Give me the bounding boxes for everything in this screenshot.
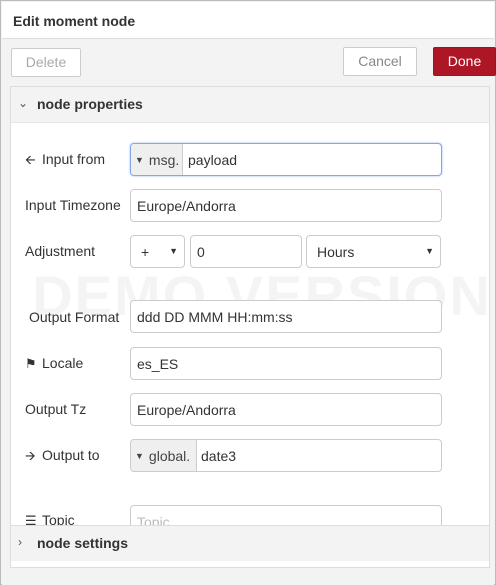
section-node-settings[interactable]: › node settings xyxy=(11,525,489,561)
delete-button[interactable]: Delete xyxy=(11,48,81,77)
locale-field[interactable]: es_ES xyxy=(130,347,442,380)
input-timezone-label: Input Timezone xyxy=(25,197,121,213)
output-format-label: Output Format xyxy=(29,309,120,325)
section-label: node properties xyxy=(37,96,143,112)
output-tz-field[interactable]: Europe/Andorra xyxy=(130,393,442,426)
input-from-value[interactable]: payload xyxy=(188,144,237,168)
output-to-type-select[interactable]: ▼ global. xyxy=(131,440,197,471)
cancel-button[interactable]: Cancel xyxy=(343,47,417,76)
section-node-properties[interactable]: ⌄ node properties xyxy=(11,87,489,123)
chevron-right-icon: › xyxy=(18,535,22,549)
output-to-label: 🡪 Output to xyxy=(25,447,100,469)
dialog-title: Edit moment node xyxy=(2,2,494,39)
input-timezone-field[interactable]: Europe/Andorra xyxy=(130,189,442,222)
output-to-field[interactable]: ▼ global. date3 xyxy=(130,439,442,472)
adjustment-label: Adjustment xyxy=(25,243,96,259)
caret-down-icon: ▼ xyxy=(169,246,178,256)
flag-icon: ⚑ xyxy=(25,356,37,371)
dialog-toolbar: Delete Cancel Done xyxy=(2,39,496,85)
output-format-field[interactable]: ddd DD MMM HH:mm:ss xyxy=(130,300,442,333)
caret-down-icon: ▼ xyxy=(135,155,144,165)
input-from-field[interactable]: ▼ msg. payload xyxy=(130,143,442,176)
chevron-down-icon: ⌄ xyxy=(18,96,29,110)
edit-dialog: Edit moment node Delete Cancel Done ⌄ no… xyxy=(0,0,496,585)
caret-down-icon: ▼ xyxy=(135,451,144,461)
input-from-type-select[interactable]: ▼ msg. xyxy=(131,144,183,175)
section-label: node settings xyxy=(37,535,129,551)
done-button[interactable]: Done xyxy=(433,47,496,76)
properties-panel: ⌄ node properties DEMO VERSION 🡨Input fr… xyxy=(10,86,490,568)
output-tz-label: Output Tz xyxy=(25,401,87,417)
locale-label: ⚑ Locale xyxy=(25,355,84,371)
adjustment-amount-input[interactable]: 0 xyxy=(190,235,302,268)
adjustment-unit-select[interactable]: Hours ▼ xyxy=(306,235,441,268)
output-to-value[interactable]: date3 xyxy=(201,440,236,464)
caret-down-icon: ▼ xyxy=(425,246,434,256)
adjustment-operator-select[interactable]: + ▼ xyxy=(130,235,185,268)
arrow-right-icon: 🡪 xyxy=(25,448,36,463)
arrow-left-icon: 🡨 xyxy=(25,152,36,167)
dialog-footer xyxy=(2,568,494,585)
input-from-label: 🡨 Input from xyxy=(25,151,105,173)
